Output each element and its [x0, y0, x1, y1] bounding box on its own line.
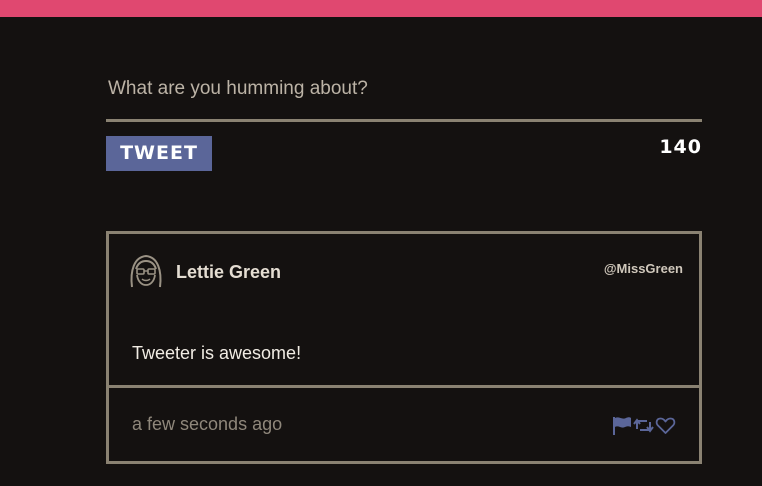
user-handle: @MissGreen — [603, 261, 683, 276]
tweet-text: Tweeter is awesome! — [132, 343, 302, 363]
tweet-button[interactable]: TWEET — [106, 136, 212, 171]
character-counter: 140 — [659, 136, 702, 158]
flag-icon[interactable] — [611, 415, 632, 436]
accent-bar — [0, 0, 762, 17]
tweet-actions — [611, 415, 676, 436]
retweet-icon[interactable] — [633, 415, 654, 436]
tweet-header: Lettie Green @MissGreen — [109, 234, 699, 314]
tweet-composer: TWEET 140 — [106, 60, 702, 171]
timestamp: a few seconds ago — [132, 414, 283, 434]
avatar-icon — [128, 251, 164, 291]
tweet-footer: a few seconds ago — [109, 385, 699, 461]
tweet-card: Lettie Green @MissGreen Tweeter is aweso… — [106, 231, 702, 464]
tweet-input[interactable] — [106, 60, 702, 122]
user-name: Lettie Green — [176, 262, 282, 282]
heart-icon[interactable] — [655, 415, 676, 436]
